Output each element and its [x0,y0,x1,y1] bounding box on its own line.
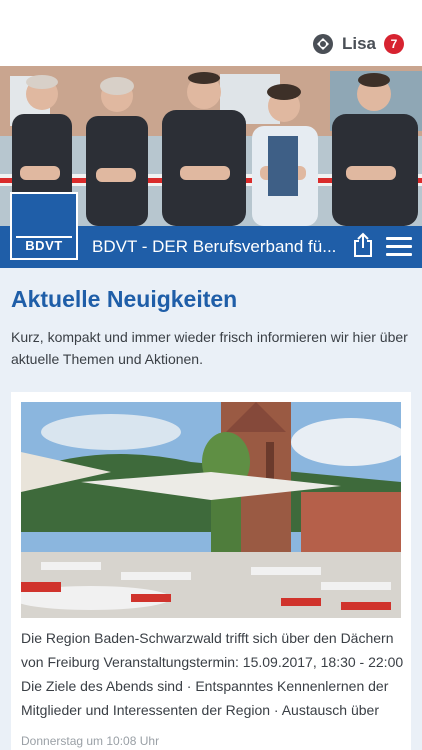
news-teaser[interactable]: Die Region Baden-Schwarzwald trifft sich… [21,626,405,722]
bdvt-logo: BDVT [10,192,78,260]
news-image[interactable] [21,402,401,618]
top-bar: Lisa 7 [0,0,422,66]
app-logo-icon [312,34,333,54]
brand-title: BDVT - DER Berufsverband fü... [92,237,337,256]
news-card[interactable]: Die Region Baden-Schwarzwald trifft sich… [11,392,411,750]
notification-badge[interactable]: 7 [384,34,404,54]
user-menu[interactable]: Lisa 7 [312,32,404,56]
menu-icon[interactable] [386,237,412,257]
page-title: Aktuelle Neuigkeiten [11,286,238,312]
intro-text: Kurz, kompakt und immer wieder frisch in… [11,329,408,367]
user-name[interactable]: Lisa [342,34,376,54]
news-date: Donnerstag um 10:08 Uhr [21,734,160,748]
bdvt-logo-text: BDVT [25,238,63,253]
share-icon[interactable] [352,232,374,258]
